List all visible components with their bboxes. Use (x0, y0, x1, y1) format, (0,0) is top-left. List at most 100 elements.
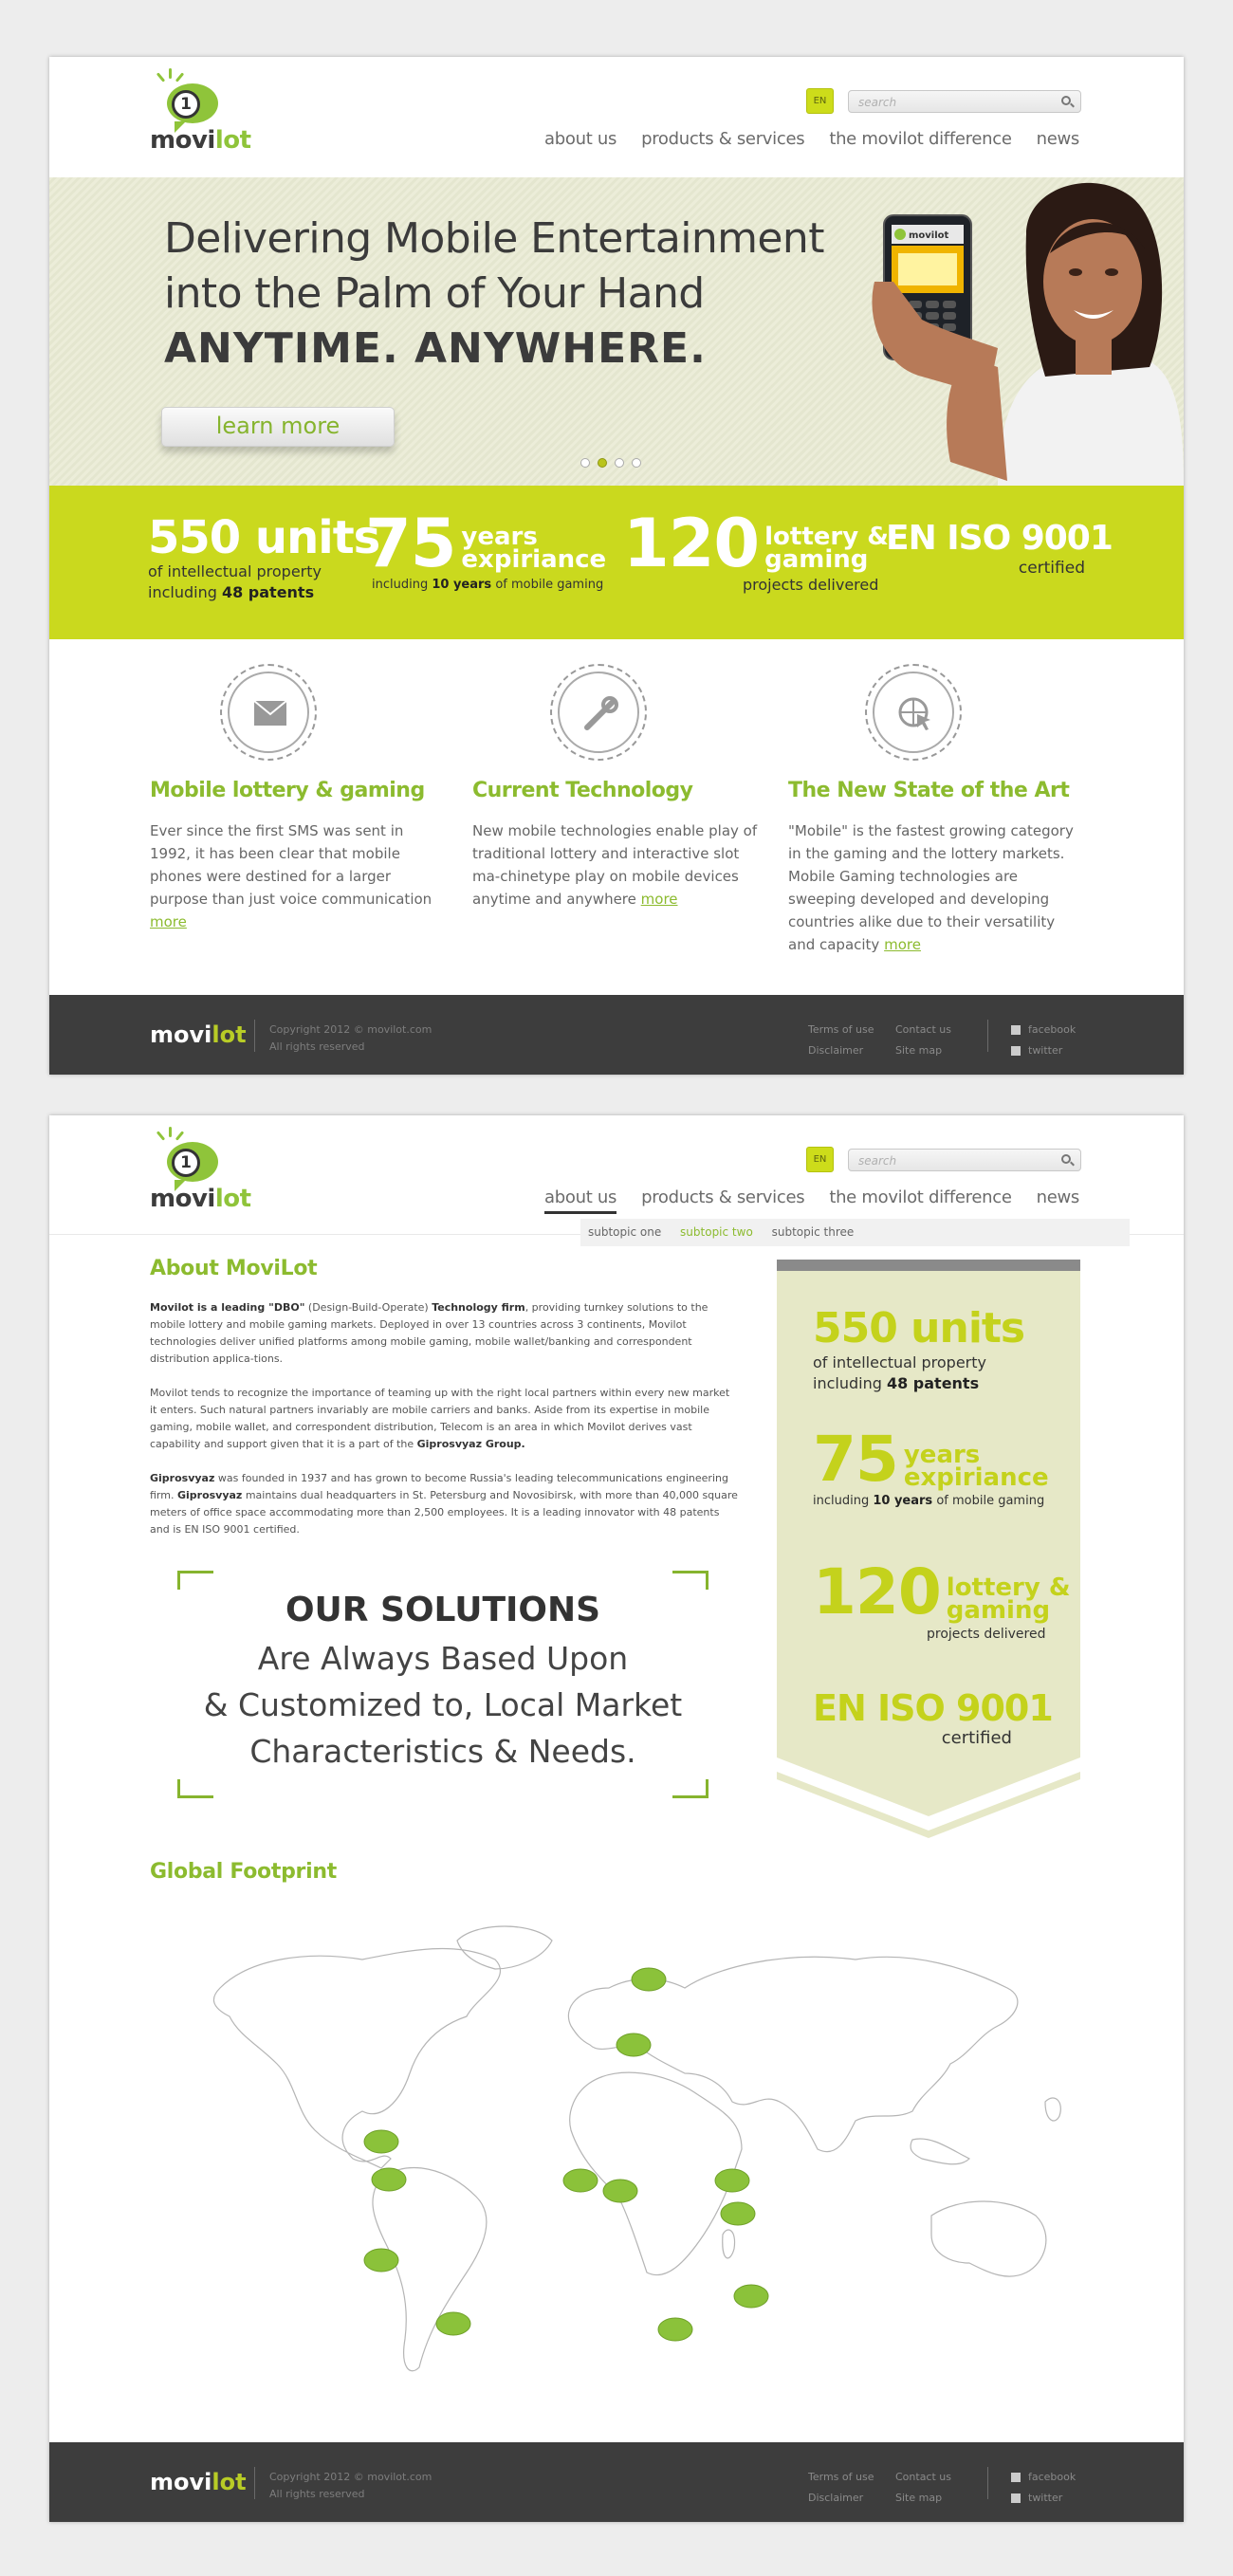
feature-text-lottery-body: Ever since the first SMS was sent in 199… (150, 822, 432, 908)
stat-projects-caption: projects delivered (743, 576, 879, 594)
twitter-icon (1011, 1046, 1021, 1056)
disclaimer-link[interactable]: Disclaimer (808, 1040, 895, 1061)
footer-copyright: Copyright 2012 © movilot.com All rights r… (269, 1021, 432, 1056)
footer-copyright: Copyright 2012 © movilot.com All rights r… (269, 2469, 432, 2503)
slider-dot[interactable] (615, 458, 624, 468)
solutions-line-3: Characteristics & Needs. (249, 1733, 636, 1770)
map-marker-icon[interactable] (720, 2201, 756, 2226)
hero-line-1: Delivering Mobile Entertainment (164, 214, 824, 263)
footer-logo[interactable]: movilot (150, 1021, 247, 1048)
stat-units-line2-a: including (148, 583, 222, 601)
phone-brand-text: movilot (909, 230, 949, 241)
banner-years-caption-a: including (813, 1494, 874, 1508)
search-icon[interactable] (1061, 1154, 1071, 1164)
footer-logo-a: movi (150, 1021, 212, 1048)
feature-title-technology[interactable]: Current Technology (472, 778, 693, 804)
banner-iso-caption: certified (941, 1728, 1012, 1748)
twitter-label: twitter (1028, 2492, 1063, 2504)
banner-years-value: 75 (813, 1423, 899, 1496)
sitemap-link[interactable]: Site map (895, 2488, 983, 2509)
slider-dot-active[interactable] (598, 458, 607, 468)
slider-dot[interactable] (632, 458, 641, 468)
sitemap-link[interactable]: Site map (895, 1040, 983, 1061)
logo-word-b: lot (214, 126, 251, 155)
corner-bracket (672, 1779, 709, 1798)
logo[interactable]: 1 movilot (148, 68, 252, 163)
subtopic-three[interactable]: subtopic three (772, 1225, 855, 1239)
facebook-link[interactable]: facebook (1011, 2467, 1076, 2488)
subtopic-one[interactable]: subtopic one (588, 1225, 661, 1239)
about-p3-name2: Giprosvyaz (176, 1489, 243, 1501)
banner-units-line2-a: including (813, 1374, 887, 1392)
stat-units-patents: 48 patents (221, 583, 315, 601)
banner-projects-caption: projects delivered (927, 1627, 1046, 1642)
facebook-icon (1011, 1025, 1021, 1035)
stat-projects-value: 120 (623, 505, 760, 582)
map-marker-icon[interactable] (602, 2179, 638, 2203)
feature-title-lottery[interactable]: Mobile lottery & gaming (150, 778, 425, 804)
language-button[interactable]: EN (806, 1147, 834, 1172)
twitter-link[interactable]: twitter (1011, 1040, 1076, 1061)
map-marker-icon[interactable] (733, 2284, 769, 2309)
slider-dot[interactable] (580, 458, 590, 468)
stats-banner: 550 units of intellectual property inclu… (777, 1260, 1080, 1838)
map-marker-icon[interactable] (562, 2168, 598, 2193)
nav-about-us[interactable]: about us (544, 1187, 616, 1214)
search-icon[interactable] (1061, 96, 1071, 105)
subnav-bar: subtopic one subtopic two subtopic three (580, 1219, 1130, 1246)
map-marker-icon[interactable] (657, 2317, 693, 2342)
footer: movilot Copyright 2012 © movilot.com All … (49, 2442, 1184, 2522)
footer: movilot Copyright 2012 © movilot.com All … (49, 995, 1184, 1075)
terms-link[interactable]: Terms of use (808, 2467, 895, 2488)
nav-products-services[interactable]: products & services (641, 129, 805, 149)
map-marker-icon[interactable] (714, 2168, 750, 2193)
nav-news[interactable]: news (1037, 129, 1080, 149)
facebook-link[interactable]: facebook (1011, 1020, 1076, 1040)
nav-movilot-difference[interactable]: the movilot difference (829, 1187, 1012, 1207)
map-marker-icon[interactable] (371, 2167, 407, 2192)
logo-word-a: movi (150, 126, 215, 155)
footer-logo-b: lot (212, 1021, 247, 1048)
solutions-line-1: Are Always Based Upon (257, 1640, 629, 1677)
stat-projects-word2: gaming (764, 545, 869, 574)
terms-link[interactable]: Terms of use (808, 1020, 895, 1040)
search-box[interactable] (848, 90, 1081, 113)
map-marker-icon[interactable] (363, 2248, 399, 2272)
nav-news[interactable]: news (1037, 1187, 1080, 1207)
stat-years-caption-b: 10 years (432, 578, 492, 592)
feature-more-link[interactable]: more (641, 891, 678, 908)
nav-movilot-difference[interactable]: the movilot difference (829, 129, 1012, 149)
solutions-body: Are Always Based Upon & Customized to, L… (177, 1635, 709, 1775)
feature-more-link[interactable]: more (150, 913, 187, 930)
banner-years-expiriance: expiriance (903, 1463, 1049, 1492)
feature-more-link[interactable]: more (884, 936, 921, 953)
feature-title-state-of-art[interactable]: The New State of the Art (788, 778, 1070, 804)
hero-line-2: into the Palm of Your Hand (164, 269, 705, 318)
language-button[interactable]: EN (806, 88, 834, 114)
header: 1 movilot EN about us products & service… (49, 57, 1184, 175)
map-marker-icon[interactable] (631, 1967, 667, 1992)
twitter-link[interactable]: twitter (1011, 2488, 1076, 2509)
disclaimer-link[interactable]: Disclaimer (808, 2488, 895, 2509)
nav-products-services[interactable]: products & services (641, 1187, 805, 1207)
features-section: Mobile lottery & gaming Ever since the f… (49, 639, 1184, 995)
banner-units-line1: of intellectual property (813, 1353, 986, 1371)
logo-digit: 1 (172, 90, 200, 119)
contact-link[interactable]: Contact us (895, 2467, 983, 2488)
logo[interactable]: 1 movilot (148, 1127, 252, 1222)
banner-units-line2: including 48 patents (813, 1373, 1024, 1394)
search-input[interactable] (858, 1151, 1048, 1169)
footer-logo[interactable]: movilot (150, 2469, 247, 2495)
search-input[interactable] (858, 93, 1048, 111)
map-marker-icon[interactable] (435, 2311, 471, 2336)
subtopic-two[interactable]: subtopic two (680, 1225, 753, 1239)
banner-years-caption: including 10 years of mobile gaming (813, 1491, 1049, 1512)
contact-link[interactable]: Contact us (895, 1020, 983, 1040)
nav-about-us[interactable]: about us (544, 129, 616, 149)
map-marker-icon[interactable] (616, 2033, 652, 2057)
learn-more-button[interactable]: learn more (161, 407, 395, 447)
map-marker-icon[interactable] (363, 2129, 399, 2154)
main-nav: about us products & services the movilot… (544, 1187, 1080, 1214)
search-box[interactable] (848, 1149, 1081, 1171)
facebook-icon (1011, 2473, 1021, 2482)
